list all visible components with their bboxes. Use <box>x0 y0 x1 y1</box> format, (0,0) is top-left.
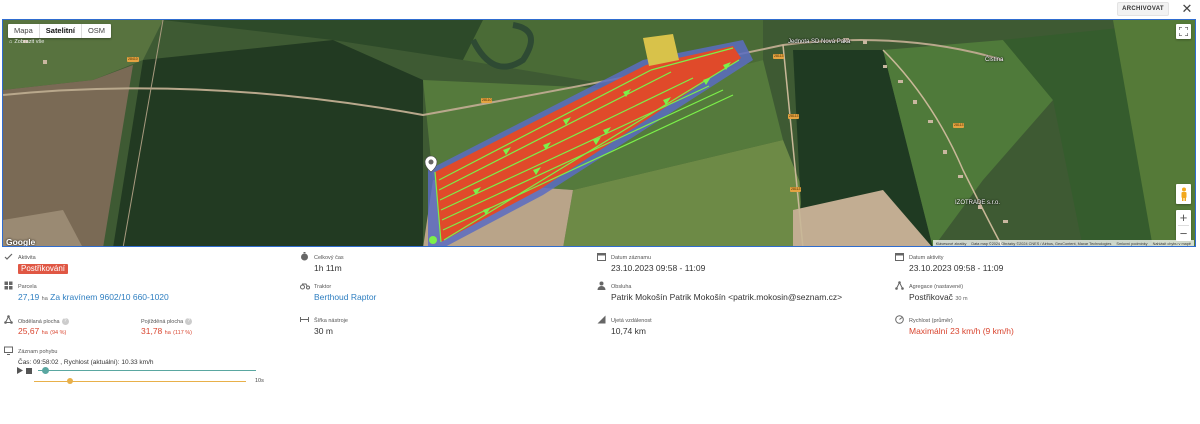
top-bar: ARCHIVOVAT ✕ <box>0 0 1200 19</box>
google-logo: Google <box>6 237 36 247</box>
help-icon[interactable]: ? <box>61 318 69 325</box>
archive-button[interactable]: ARCHIVOVAT <box>1117 2 1169 16</box>
stop-icon[interactable] <box>26 368 32 374</box>
zoom-controls: + − <box>1176 210 1191 241</box>
area-icon <box>4 315 13 324</box>
terms-link[interactable]: Smluvní podmínky <box>1116 242 1147 246</box>
tractor-link[interactable]: Berthoud Raptor <box>314 292 376 302</box>
road-number: 28410 <box>127 57 139 62</box>
width-icon <box>300 315 309 324</box>
road-number: 28113 <box>773 54 785 59</box>
activity-badge: Postřikování <box>18 264 69 274</box>
fullscreen-button[interactable] <box>1176 24 1191 39</box>
aggregate-icon <box>895 281 904 290</box>
timeline-slider[interactable] <box>38 370 256 371</box>
stopwatch-icon <box>300 252 309 261</box>
zoom-out-button[interactable]: − <box>1176 226 1191 241</box>
map-tab-mapa[interactable]: Mapa <box>8 24 39 38</box>
help-icon[interactable]: ? <box>185 318 193 325</box>
map-data-credit: Data map ©2024 Obrázky ©2024 CNES / Airb… <box>971 241 1112 246</box>
ruler-icon <box>597 315 606 324</box>
calendar-icon <box>597 252 606 261</box>
map-type-tabs: Mapa Satelitní OSM <box>8 24 112 38</box>
road-number: 28113 <box>790 187 802 192</box>
report-error-link[interactable]: Nahlásit chybu v mapě <box>1153 242 1191 246</box>
road-number: 28113 <box>953 123 965 128</box>
street-view-button[interactable] <box>1176 184 1191 204</box>
field-tile <box>113 40 423 246</box>
road-number: 28113 <box>788 114 800 119</box>
map-tab-satellite[interactable]: Satelitní <box>38 24 82 38</box>
play-icon[interactable] <box>17 367 23 374</box>
timeline-handle[interactable] <box>42 367 50 374</box>
movement-player: Záznam pohybu Čas: 09:58:02 , Rychlost (… <box>0 346 300 386</box>
show-all-link[interactable]: ⌂ Zobrazit vše <box>9 39 44 45</box>
zoom-in-button[interactable]: + <box>1176 210 1191 225</box>
poi-label[interactable]: IZOTRADE s.r.o. <box>955 200 1000 206</box>
current-position-readout: Čas: 09:58:02 , Rychlost (aktuální): 10.… <box>18 359 154 366</box>
pegman-icon <box>1181 187 1186 201</box>
person-icon <box>597 281 606 290</box>
close-icon[interactable]: ✕ <box>1180 2 1194 16</box>
check-icon <box>4 252 13 261</box>
monitor-icon <box>4 346 13 355</box>
keyboard-shortcuts-link[interactable]: Klávesové zkratky <box>936 242 967 246</box>
satellite-imagery <box>3 20 1195 246</box>
map-tab-osm[interactable]: OSM <box>82 24 111 38</box>
road-number: 28110 <box>481 98 493 103</box>
map-attribution: Klávesové zkratky Data map ©2024 Obrázky… <box>932 240 1194 246</box>
parcel-link[interactable]: 27,19 ha Za kravínem 9602/10 660-1020 <box>18 292 169 302</box>
calendar-icon <box>895 252 904 261</box>
fullscreen-icon <box>1179 27 1188 36</box>
poi-label[interactable]: Jednota SD Nová Paka <box>788 39 850 45</box>
home-icon: ⌂ <box>9 39 13 45</box>
track-end-marker <box>429 236 437 244</box>
tractor-icon <box>300 281 310 290</box>
playback-speed-handle[interactable] <box>66 378 73 384</box>
parcel-icon <box>4 281 13 290</box>
playback-speed-value: 10s <box>255 378 264 384</box>
map-view[interactable]: Mapa Satelitní OSM ⌂ Zobrazit vše Jednot… <box>2 19 1196 247</box>
playback-speed-slider[interactable] <box>34 381 246 382</box>
poi-label: Čistina <box>985 57 1004 63</box>
speedometer-icon <box>895 315 904 324</box>
